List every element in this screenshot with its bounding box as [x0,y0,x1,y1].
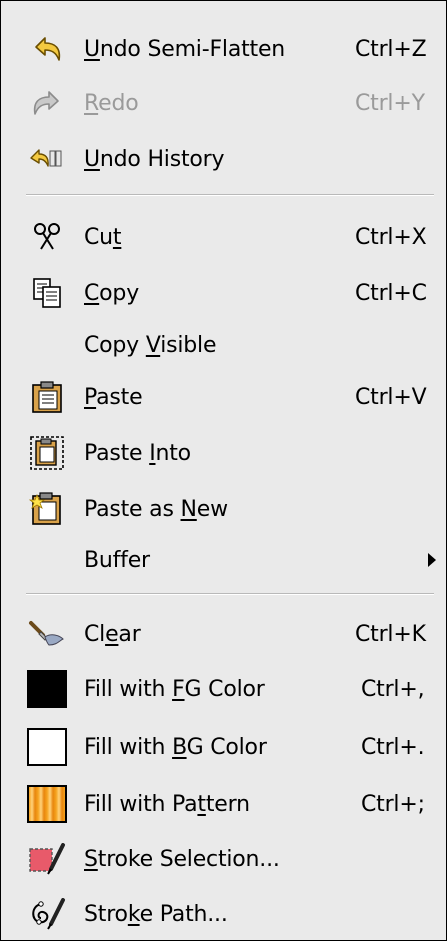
menu-item-buffer[interactable]: Buffer [1,538,446,582]
stroke-selection-icon [25,839,69,879]
menu-item-shortcut: Ctrl+K [355,621,426,647]
menu-item-fill-pattern[interactable]: Fill with Pattern Ctrl+; [1,782,446,826]
menu-separator [26,593,434,595]
bg-color-swatch-icon [25,727,69,767]
pattern-swatch-icon [25,784,69,824]
menu-item-label: Clear [84,621,141,647]
menu-item-label: Stroke Selection... [84,846,280,872]
menu-item-paste-as-new[interactable]: Paste as New [1,487,446,531]
menu-item-label: Cut [84,224,122,250]
fg-color-swatch-icon [25,669,69,709]
clipboard-icon [25,377,69,417]
menu-item-label: Buffer [84,547,150,573]
menu-item-fill-fg[interactable]: Fill with FG Color Ctrl+, [1,667,446,711]
menu-item-undo-history[interactable]: Undo History [1,137,446,181]
menu-separator [26,194,434,196]
menu-item-label: Copy Visible [84,332,217,358]
redo-arrow-icon [25,83,69,123]
menu-item-label: Paste [84,384,143,410]
menu-item-label: Fill with Pattern [84,791,250,817]
menu-item-cut[interactable]: Cut Ctrl+X [1,215,446,259]
menu-item-shortcut: Ctrl+X [355,224,427,250]
menu-item-label: Fill with FG Color [84,676,265,702]
menu-item-label: Undo History [84,146,225,172]
bg-color-swatch [27,728,67,766]
menu-item-redo[interactable]: Redo Ctrl+Y [1,81,446,125]
menu-item-label: Paste as New [84,496,228,522]
menu-item-shortcut: Ctrl+Z [355,36,427,62]
menu-item-fill-bg[interactable]: Fill with BG Color Ctrl+. [1,725,446,769]
undo-history-icon [25,139,69,179]
menu-item-shortcut: Ctrl+, [361,676,425,702]
menu-item-shortcut: Ctrl+C [355,280,427,306]
menu-item-copy[interactable]: Copy Ctrl+C [1,271,446,315]
menu-item-shortcut: Ctrl+; [361,791,425,817]
scissors-icon [25,217,69,257]
submenu-arrow-icon [428,553,436,567]
menu-item-label: Redo [84,90,139,116]
menu-item-undo[interactable]: Undo Semi-Flatten Ctrl+Z [1,27,446,71]
pattern-swatch [27,785,67,823]
stroke-path-icon [25,894,69,934]
paste-new-icon [25,489,69,529]
menu-item-shortcut: Ctrl+. [361,734,425,760]
menu-item-stroke-selection[interactable]: Stroke Selection... [1,837,446,881]
menu-item-shortcut: Ctrl+V [355,384,427,410]
menu-item-paste[interactable]: Paste Ctrl+V [1,375,446,419]
fg-color-swatch [27,670,67,708]
menu-item-shortcut: Ctrl+Y [355,90,425,116]
edit-menu: Undo Semi-Flatten Ctrl+Z Redo Ctrl+Y Und… [0,0,447,941]
menu-item-copy-visible[interactable]: Copy Visible [1,323,446,367]
menu-item-label: Copy [84,280,140,306]
undo-arrow-icon [25,29,69,69]
eraser-brush-icon [25,614,69,654]
copy-icon [25,273,69,313]
menu-item-label: Paste Into [84,440,191,466]
paste-into-icon [25,433,69,473]
menu-item-stroke-path[interactable]: Stroke Path... [1,892,446,936]
menu-item-label: Stroke Path... [84,901,228,927]
menu-item-clear[interactable]: Clear Ctrl+K [1,612,446,656]
menu-item-paste-into[interactable]: Paste Into [1,431,446,475]
menu-item-label: Fill with BG Color [84,734,267,760]
menu-item-label: Undo Semi-Flatten [84,36,286,62]
